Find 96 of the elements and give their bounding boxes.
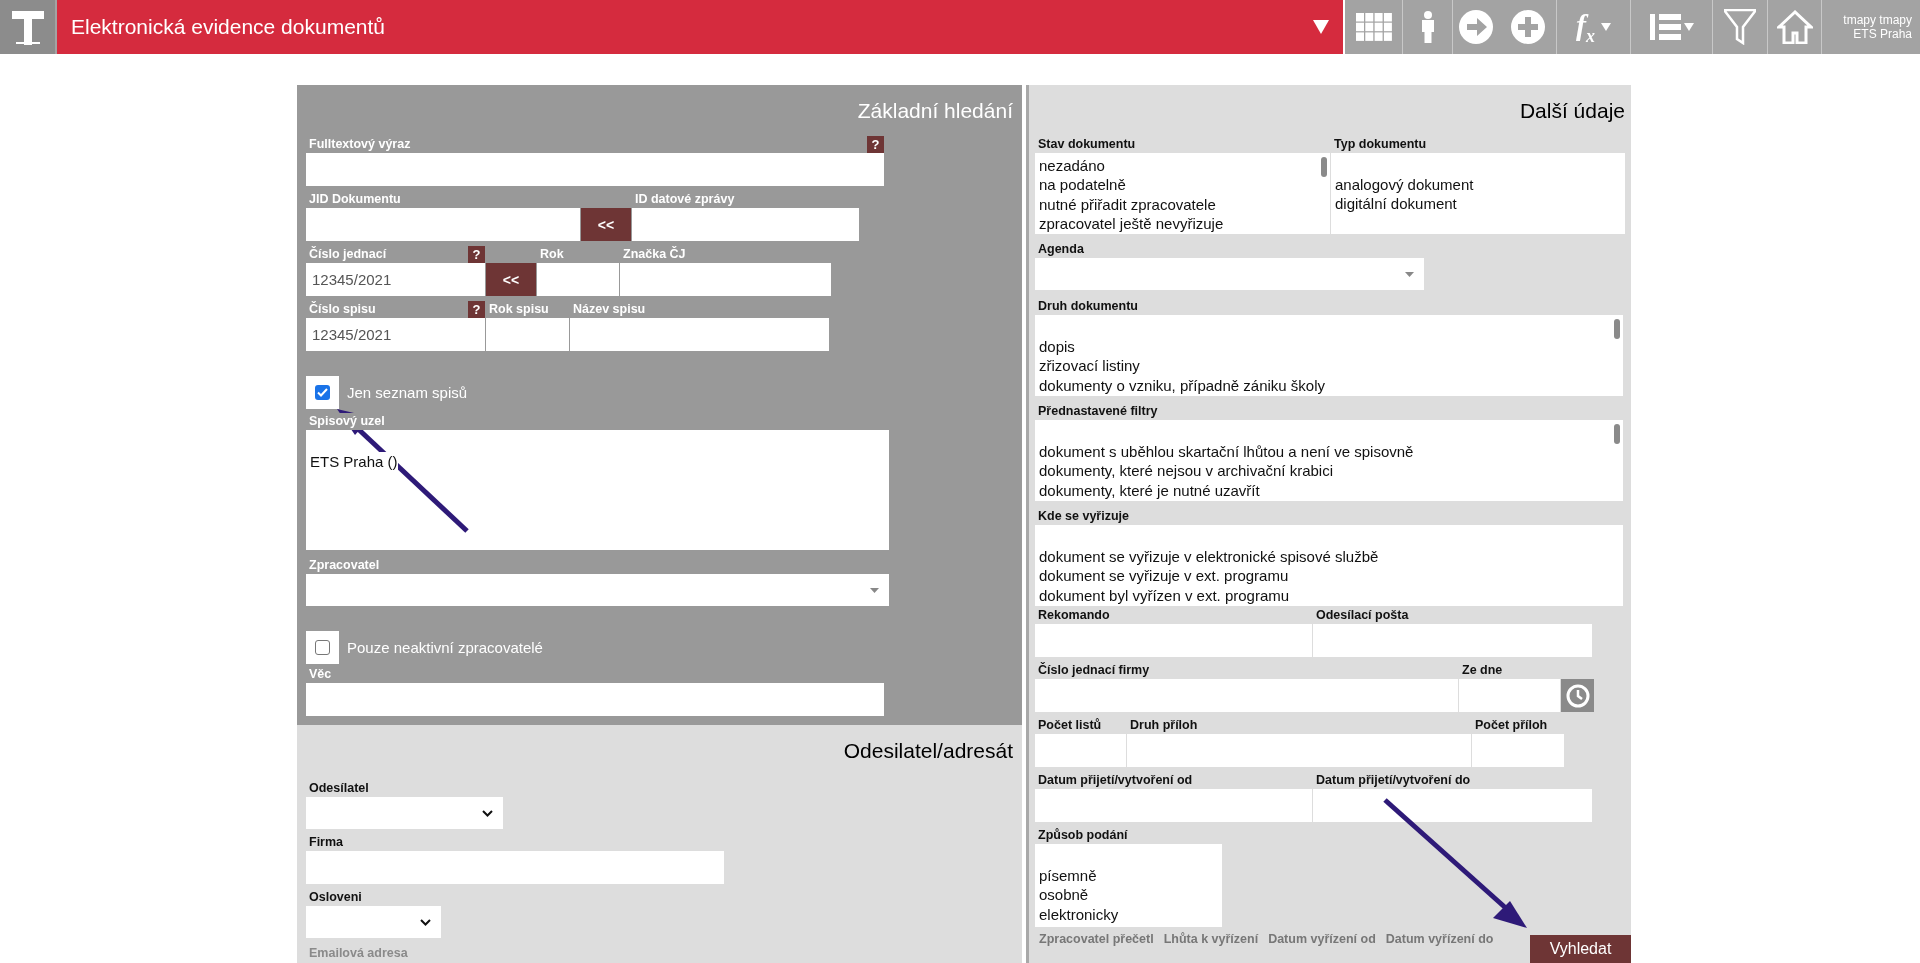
field-label: Datum vyřízení od bbox=[1268, 932, 1376, 946]
clock-button[interactable] bbox=[1561, 679, 1594, 712]
copy-button[interactable]: << bbox=[486, 263, 536, 296]
field-label: Lhůta k vyřízení bbox=[1163, 932, 1259, 946]
field-label: Číslo jednací bbox=[308, 246, 387, 263]
field-label: Počet listů bbox=[1037, 717, 1102, 734]
field-label: Datum přijetí/vytvoření od bbox=[1037, 772, 1193, 789]
text-field[interactable] bbox=[570, 318, 829, 351]
field-label: Počet příloh bbox=[1474, 717, 1548, 734]
field-label: Firma bbox=[308, 834, 344, 851]
text-field[interactable] bbox=[1035, 679, 1458, 712]
text-field[interactable] bbox=[537, 263, 619, 296]
field-label: Přednastavené filtry bbox=[1037, 403, 1158, 420]
list-box[interactable]: analogový dokument digitální dokument bbox=[1331, 153, 1625, 234]
app-title: Elektronická evidence dokumentů bbox=[71, 15, 385, 39]
select-field[interactable] bbox=[1035, 258, 1424, 290]
select-field[interactable] bbox=[306, 906, 441, 938]
text-field[interactable] bbox=[1035, 734, 1126, 767]
text-field[interactable] bbox=[306, 153, 884, 186]
field-label: Kde se vyřizuje bbox=[1037, 508, 1129, 525]
text-field[interactable] bbox=[306, 683, 884, 716]
checkbox[interactable] bbox=[315, 640, 330, 655]
field-label: Odesílací pošta bbox=[1315, 607, 1409, 624]
field-label: Číslo spisu bbox=[308, 301, 376, 318]
help-button[interactable]: ? bbox=[468, 246, 485, 263]
section-title: Základní hledání bbox=[856, 98, 1013, 124]
user-organization: ETS Praha bbox=[1852, 27, 1912, 41]
text-field[interactable] bbox=[486, 318, 569, 351]
scrollbar-thumb[interactable] bbox=[1614, 319, 1620, 339]
help-button[interactable]: ? bbox=[468, 301, 485, 318]
field-label: Spisový uzel bbox=[306, 413, 385, 430]
dropdown-icon bbox=[870, 587, 879, 593]
field-label: Datum vyřízení do bbox=[1385, 932, 1494, 946]
text-field[interactable] bbox=[1472, 734, 1564, 767]
list-box[interactable]: nezadáno na podatelně nutné přiřadit zpracovatele zpracovatel ještě nevyřizuje bbox=[1035, 153, 1330, 234]
text-field[interactable] bbox=[1313, 789, 1592, 822]
scrollbar-thumb[interactable] bbox=[1321, 157, 1327, 177]
list-box[interactable]: ETS Praha () bbox=[306, 430, 889, 550]
dropdown-icon bbox=[1405, 271, 1414, 277]
caret-icon bbox=[1601, 23, 1611, 31]
dropdown-icon[interactable] bbox=[1313, 20, 1329, 34]
field-label: Emailová adresa bbox=[308, 946, 408, 960]
field-label: Věc bbox=[308, 666, 332, 683]
field-label: Druh příloh bbox=[1129, 717, 1198, 734]
user-name: tmapy tmapy bbox=[1842, 13, 1912, 27]
checkbox[interactable] bbox=[315, 385, 330, 400]
field-label: ID datové zprávy bbox=[634, 191, 735, 208]
list-option[interactable]: dokument s uběhlou skartační lhůtou a není ve spisovně bbox=[1039, 442, 1414, 462]
text-field[interactable] bbox=[1035, 789, 1312, 822]
field-label: Zpracovatel přečetl bbox=[1039, 932, 1154, 946]
field-label: Název spisu bbox=[572, 301, 646, 318]
text-field[interactable] bbox=[306, 208, 580, 241]
field-label: Ze dne bbox=[1461, 662, 1503, 679]
text-field[interactable]: 12345/2021 bbox=[306, 318, 485, 351]
field-label: Způsob podání bbox=[1037, 827, 1128, 844]
field-label: Stav dokumentu bbox=[1037, 136, 1136, 153]
list-box[interactable]: dokument se vyřizuje v elektronické spisové službě dokument se vyřizuje v ext. programu dokument byl vyřízen v ext. programu bbox=[1035, 525, 1623, 606]
field-label: Číslo jednací firmy bbox=[1037, 662, 1150, 679]
section-title: Odesilatel/adresát bbox=[842, 738, 1013, 764]
field-label: Rok bbox=[539, 246, 564, 263]
logo-icon[interactable] bbox=[0, 0, 55, 54]
field-label: JID Dokumentu bbox=[308, 191, 401, 208]
search-button[interactable]: Vyhledat bbox=[1530, 935, 1631, 963]
field-label: Značka ČJ bbox=[622, 246, 686, 263]
text-field[interactable] bbox=[632, 208, 859, 241]
field-label: Typ dokumentu bbox=[1333, 136, 1427, 153]
select-field[interactable] bbox=[306, 797, 503, 829]
field-label: Rok spisu bbox=[488, 301, 549, 318]
select-field[interactable] bbox=[306, 574, 889, 606]
scrollbar-thumb[interactable] bbox=[1614, 424, 1620, 444]
help-button[interactable]: ? bbox=[867, 136, 884, 153]
chevron-down-icon bbox=[420, 918, 431, 926]
field-label: Fulltextový výraz bbox=[308, 136, 411, 153]
text-field[interactable] bbox=[620, 263, 831, 296]
field-label: Datum přijetí/vytvoření do bbox=[1315, 772, 1471, 789]
field-label: Zpracovatel bbox=[308, 557, 380, 574]
list-box[interactable]: dopis zřizovací listiny dokumenty o vzniku, případně zániku školy bbox=[1035, 315, 1623, 396]
copy-button[interactable]: << bbox=[581, 208, 631, 241]
section-title: Další údaje bbox=[1518, 98, 1625, 124]
text-field[interactable] bbox=[1127, 734, 1471, 767]
text-field[interactable] bbox=[1459, 679, 1560, 712]
text-field[interactable] bbox=[1313, 624, 1592, 657]
text-field[interactable] bbox=[1035, 624, 1312, 657]
list-option[interactable]: ETS Praha () bbox=[310, 452, 398, 472]
list-box[interactable]: dokument s uběhlou skartační lhůtou a není ve spisovně dokumenty, které nejsou v archivační krabici dokumenty, které je nutné uzavřít bbox=[1035, 420, 1623, 501]
field-label: Agenda bbox=[1037, 241, 1084, 258]
text-field[interactable] bbox=[306, 851, 724, 884]
checkbox-label: Jen seznam spisů bbox=[347, 384, 468, 401]
field-label: Odesílatel bbox=[308, 780, 369, 797]
field-label: Rekomando bbox=[1037, 607, 1110, 624]
field-label: Druh dokumentu bbox=[1037, 298, 1138, 315]
checkbox-label: Pouze neaktivní zpracovatelé bbox=[347, 639, 543, 656]
chevron-down-icon bbox=[482, 809, 493, 817]
list-box[interactable]: písemně osobně elektronicky bbox=[1035, 844, 1222, 927]
field-label: Osloveni bbox=[308, 889, 362, 906]
text-field[interactable]: 12345/2021 bbox=[306, 263, 485, 296]
